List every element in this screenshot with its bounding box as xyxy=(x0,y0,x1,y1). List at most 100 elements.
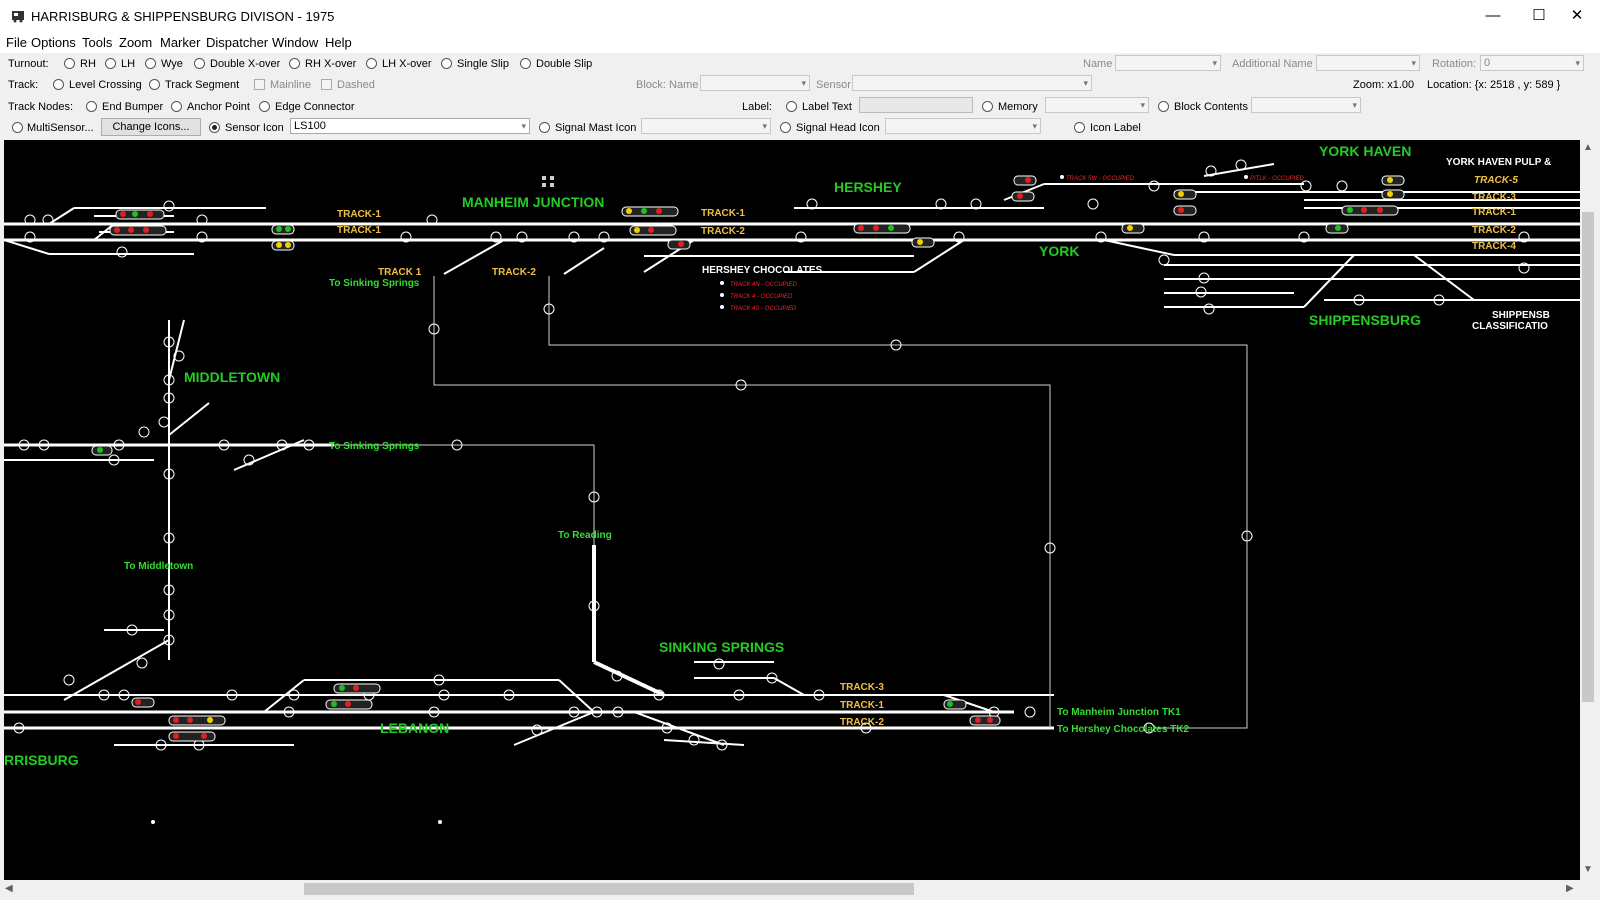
scroll-up-icon[interactable]: ▲ xyxy=(1583,142,1593,153)
to-sinking-springs-label: To Sinking Springs xyxy=(329,278,420,289)
sensor-icon-radio[interactable] xyxy=(209,122,220,133)
anchor-point-radio[interactable] xyxy=(171,101,182,112)
level-crossing-radio[interactable] xyxy=(53,79,64,90)
sensor-label: Sensor xyxy=(816,79,851,91)
scroll-down-icon[interactable]: ▼ xyxy=(1583,864,1593,875)
signal-mast-icon-combo[interactable]: ▾ xyxy=(641,118,771,134)
turnout-double-slip-radio[interactable] xyxy=(520,58,531,69)
connector-lines xyxy=(334,276,1248,729)
vertical-scroll-thumb[interactable] xyxy=(1582,212,1594,702)
window-title: HARRISBURG & SHIPPENSBURG DIVISON - 1975 xyxy=(31,9,335,24)
turnout-single-slip-radio[interactable] xyxy=(441,58,452,69)
mainline-checkbox[interactable] xyxy=(254,79,265,90)
track-diagram[interactable]: YORK HAVEN MANHEIM JUNCTION HERSHEY YORK… xyxy=(4,140,1580,880)
turnout-lh-xover-label: LH X-over xyxy=(382,58,432,70)
track-label: TRACK-4 xyxy=(1472,241,1516,252)
rotation-label: Rotation: xyxy=(1432,58,1477,70)
to-manheim-junction-label: To Manheim Junction TK1 xyxy=(1057,707,1181,718)
menu-marker[interactable]: Marker xyxy=(160,35,200,50)
vertical-scrollbar[interactable]: ▲ ▼ xyxy=(1580,140,1596,880)
track-label: TRACK-1 xyxy=(1472,207,1516,218)
menu-tools[interactable]: Tools xyxy=(82,35,112,50)
station-york-haven: YORK HAVEN xyxy=(1319,143,1411,159)
edge-connector-radio[interactable] xyxy=(259,101,270,112)
block-contents-label: Block Contents xyxy=(1174,101,1248,113)
rotation-combo[interactable]: 0 ▾ xyxy=(1480,55,1584,71)
minimize-button[interactable]: — xyxy=(1470,0,1516,32)
signal-mast-icon-radio[interactable] xyxy=(539,122,550,133)
name-combo[interactable]: ▾ xyxy=(1115,55,1221,71)
title-bar: HARRISBURG & SHIPPENSBURG DIVISON - 1975… xyxy=(0,0,1600,32)
turnout-lh-radio[interactable] xyxy=(105,58,116,69)
layout-canvas[interactable]: YORK HAVEN MANHEIM JUNCTION HERSHEY YORK… xyxy=(4,140,1580,880)
horizontal-scrollbar[interactable]: ◀ ▶ xyxy=(0,880,1580,898)
sensor-icon-label: Sensor Icon xyxy=(225,122,284,134)
turnout-rh-label: RH xyxy=(80,58,96,70)
station-shippensburg: SHIPPENSBURG xyxy=(1309,312,1421,328)
label-text-radio[interactable] xyxy=(786,101,797,112)
additional-name-label: Additional Name xyxy=(1232,58,1313,70)
dashed-checkbox[interactable] xyxy=(321,79,332,90)
station-hershey: HERSHEY xyxy=(834,179,902,195)
close-button[interactable]: ✕ xyxy=(1554,0,1600,32)
menu-file[interactable]: File xyxy=(6,35,27,50)
menu-help[interactable]: Help xyxy=(325,35,352,50)
track-label: TRACK-1 xyxy=(337,209,381,220)
menu-options[interactable]: Options xyxy=(31,35,76,50)
occupied-label: PITLK - OCCUPIED xyxy=(1250,176,1304,182)
multisensor-label: MultiSensor... xyxy=(27,122,94,134)
scroll-left-icon[interactable]: ◀ xyxy=(5,883,13,894)
track-label: TRACK-2 xyxy=(701,226,745,237)
track-label: Track: xyxy=(8,79,39,91)
to-sinking-springs-label: To Sinking Springs xyxy=(329,441,420,452)
track-label: TRACK-1 xyxy=(840,700,884,711)
track-label: TRACK-2 xyxy=(840,717,884,728)
icon-label-radio[interactable] xyxy=(1074,122,1085,133)
sensor-combo[interactable]: ▾ xyxy=(852,75,1092,91)
track-segment-radio[interactable] xyxy=(149,79,160,90)
occupied-label: TRACK 4S - OCCUPIED xyxy=(730,306,797,312)
station-york: YORK xyxy=(1039,243,1079,259)
signal-head-icon-combo[interactable]: ▾ xyxy=(885,118,1041,134)
turnout-rh-xover-radio[interactable] xyxy=(289,58,300,69)
menu-zoom[interactable]: Zoom xyxy=(119,35,152,50)
turnout-lh-xover-radio[interactable] xyxy=(366,58,377,69)
track-labels: TRACK-1 TRACK-1 TRACK-1 TRACK-2 TRACK 1 … xyxy=(337,175,1518,728)
scroll-right-icon[interactable]: ▶ xyxy=(1566,883,1574,894)
turnout-rh-radio[interactable] xyxy=(64,58,75,69)
track-label: TRACK-2 xyxy=(492,267,536,278)
end-bumper-radio[interactable] xyxy=(86,101,97,112)
horizontal-scroll-thumb[interactable] xyxy=(304,883,914,895)
label-text-field[interactable] xyxy=(859,97,973,113)
occupied-label: TRACK 5W - OCCUPIED xyxy=(1066,176,1135,182)
menu-bar: File Options Tools Zoom Marker Dispatche… xyxy=(0,32,1600,54)
sensor-icon-value: LS100 xyxy=(294,120,326,132)
signal-head-icon-radio[interactable] xyxy=(780,122,791,133)
menu-dispatcher[interactable]: Dispatcher xyxy=(206,35,268,50)
multisensor-radio[interactable] xyxy=(12,122,23,133)
memory-radio[interactable] xyxy=(982,101,993,112)
hershey-chocolates-label: HERSHEY CHOCOLATES xyxy=(702,265,823,276)
turnout-double-xover-radio[interactable] xyxy=(194,58,205,69)
connector-labels: To Sinking Springs To Sinking Springs To… xyxy=(124,278,1190,735)
menu-window[interactable]: Window xyxy=(272,35,318,50)
block-contents-radio[interactable] xyxy=(1158,101,1169,112)
block-contents-combo[interactable]: ▾ xyxy=(1251,97,1361,113)
station-middletown: MIDDLETOWN xyxy=(184,369,280,385)
signal-heads xyxy=(91,175,1405,742)
change-icons-button[interactable]: Change Icons... xyxy=(101,118,201,136)
turnout-wye-radio[interactable] xyxy=(145,58,156,69)
sensor-icon-combo[interactable]: LS100 ▾ xyxy=(290,118,530,134)
memory-combo[interactable]: ▾ xyxy=(1045,97,1149,113)
move-handle-icon[interactable] xyxy=(542,176,554,187)
anchor-point-label: Anchor Point xyxy=(187,101,250,113)
to-middletown-label: To Middletown xyxy=(124,561,193,572)
additional-name-combo[interactable]: ▾ xyxy=(1316,55,1420,71)
app-train-icon xyxy=(12,11,24,23)
location-readout: Location: {x: 2518 , y: 589 } xyxy=(1427,79,1561,91)
end-bumper-label: End Bumper xyxy=(102,101,164,113)
turnout-single-slip-label: Single Slip xyxy=(457,58,509,70)
occupied-label: TRACK 4 - OCCUPIED xyxy=(730,294,793,300)
block-name-combo[interactable]: ▾ xyxy=(700,75,810,91)
edge-connector-label: Edge Connector xyxy=(275,101,355,113)
